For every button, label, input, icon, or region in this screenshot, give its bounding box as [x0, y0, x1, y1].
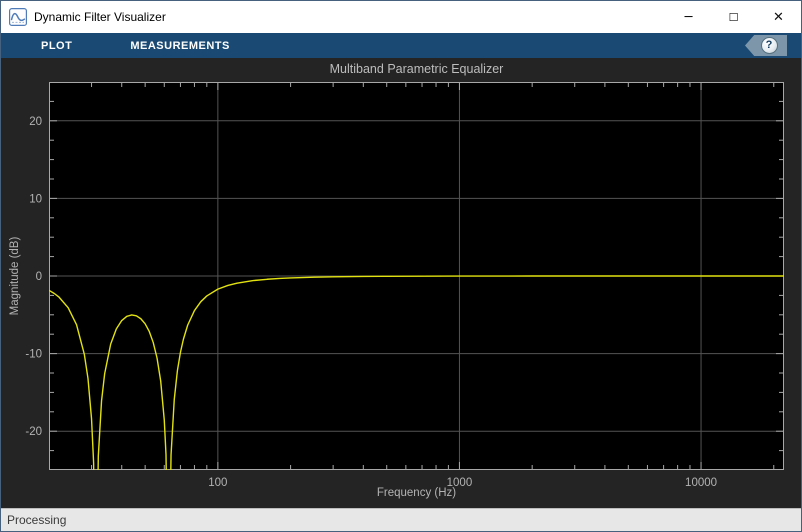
chart-area: Multiband Parametric Equalizer 100 1000 10… — [1, 58, 801, 508]
toolstrip: PLOT MEASUREMENTS ? — [1, 33, 801, 58]
y-tick-label: 10 — [29, 193, 42, 205]
statusbar: Processing — [1, 508, 801, 531]
y-tick-label: 0 — [36, 271, 42, 283]
maximize-button[interactable]: ☐ — [711, 1, 756, 33]
sine-wave-app-icon — [9, 8, 27, 26]
toolstrip-tabs: PLOT MEASUREMENTS — [27, 33, 244, 58]
y-tick-label: -10 — [25, 349, 42, 361]
close-button[interactable]: ✕ — [756, 1, 801, 33]
y-axis-label: Magnitude (dB) — [9, 236, 21, 316]
tab-plot[interactable]: PLOT — [27, 33, 86, 58]
status-message: Processing — [7, 513, 67, 527]
y-tick-label: 20 — [29, 116, 42, 128]
x-axis-label: Frequency (Hz) — [376, 487, 457, 499]
magnitude-plot-svg[interactable]: 100 1000 10000-20-1001020 — [1, 58, 801, 508]
titlebar: Dynamic Filter Visualizer ─ ☐ ✕ — [1, 1, 801, 33]
minimize-button[interactable]: ─ — [666, 1, 711, 33]
help-icon[interactable]: ? — [760, 37, 778, 54]
window-title: Dynamic Filter Visualizer — [34, 10, 166, 24]
dynamic-filter-visualizer-window: Dynamic Filter Visualizer ─ ☐ ✕ PLOT MEA… — [0, 0, 802, 532]
y-tick-label: -20 — [25, 426, 42, 438]
tab-measurements[interactable]: MEASUREMENTS — [116, 33, 244, 58]
window-controls: ─ ☐ ✕ — [666, 1, 801, 33]
help-arrow: ? — [745, 35, 787, 56]
